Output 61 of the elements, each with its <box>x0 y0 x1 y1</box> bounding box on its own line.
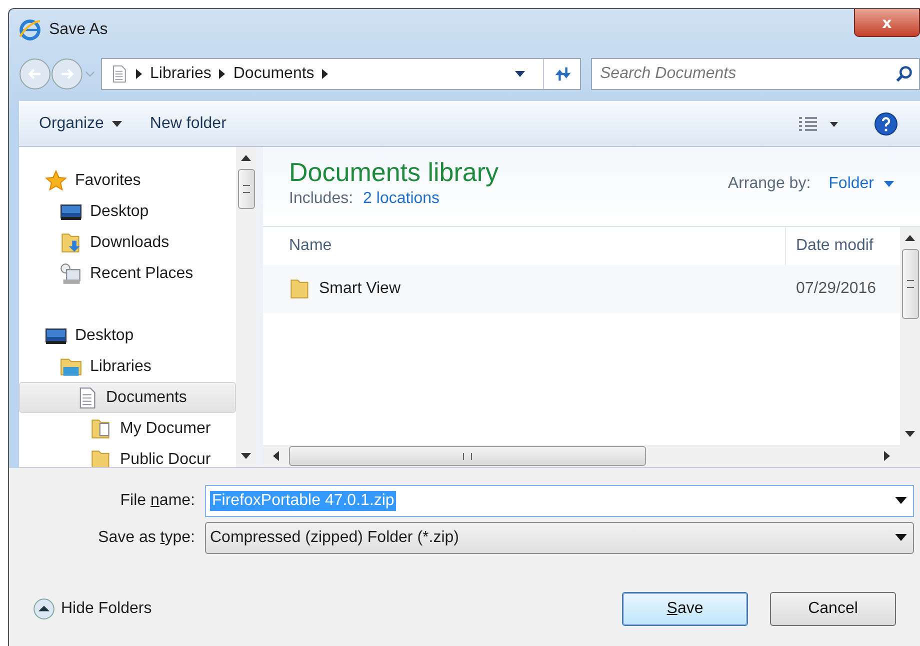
chevron-icon <box>322 69 328 79</box>
dropdown-caret-icon[interactable] <box>515 71 525 77</box>
nav-tree-item[interactable]: Libraries <box>19 351 236 382</box>
includes-label: Includes: <box>289 190 354 208</box>
folder-icon <box>289 278 311 300</box>
save-as-type-label: Save as type: <box>97 528 196 546</box>
locations-link[interactable]: 2 locations <box>363 190 440 208</box>
chevron-icon <box>136 69 142 79</box>
chevron-icon <box>219 69 226 79</box>
download-folder-icon <box>60 232 82 254</box>
vertical-scrollbar[interactable] <box>900 227 920 467</box>
nav-tree-item[interactable]: Favorites <box>19 165 236 196</box>
new-folder-button[interactable]: New folder <box>146 111 230 137</box>
scroll-down-icon[interactable] <box>241 453 251 459</box>
nav-tree-item[interactable]: Desktop <box>19 320 236 351</box>
save-as-type-dropdown[interactable]: Compressed (zipped) Folder (*.zip) <box>205 522 914 554</box>
scroll-up-icon[interactable] <box>905 235 915 241</box>
caret-icon <box>85 71 95 77</box>
save-button[interactable]: Save <box>622 592 748 626</box>
search-field[interactable]: Search Documents <box>592 65 895 83</box>
scroll-up-icon[interactable] <box>241 155 251 161</box>
collapse-icon <box>33 598 55 620</box>
dropdown-caret-icon <box>895 534 907 541</box>
file-row[interactable]: Smart View 07/29/2016 <box>263 265 900 313</box>
scroll-right-icon[interactable] <box>884 451 890 461</box>
breadcrumb-link[interactable]: Libraries <box>150 65 212 83</box>
hide-folders-button[interactable]: Hide Folders <box>19 598 152 620</box>
view-options-icon[interactable] <box>798 116 838 132</box>
column-header[interactable]: Name <box>263 237 785 255</box>
caret-icon <box>112 121 122 127</box>
nav-tree-item[interactable]: Recent Places <box>19 258 236 289</box>
nav-tree-item[interactable]: Documents <box>19 382 236 413</box>
address-bar[interactable]: Libraries Documents <box>101 58 581 90</box>
library-title: Documents library <box>289 157 499 188</box>
search-box[interactable]: Search Documents <box>591 58 920 90</box>
nav-tree-item[interactable]: Public Docur <box>19 444 236 467</box>
file-name-cell: Smart View <box>319 280 401 298</box>
recent-places-icon <box>60 262 82 284</box>
browser-logo-icon <box>19 19 41 41</box>
star-icon <box>45 170 67 192</box>
document-icon <box>110 64 128 84</box>
nav-tree-item[interactable]: Downloads <box>19 227 236 258</box>
folder-icon <box>90 418 112 440</box>
vertical-scrollbar[interactable] <box>236 147 256 467</box>
caret-icon <box>884 181 894 187</box>
search-icon <box>895 65 913 83</box>
arrange-by-label: Arrange by: <box>728 175 811 193</box>
nav-tree-item[interactable]: My Documer <box>19 413 236 444</box>
scroll-down-icon[interactable] <box>905 431 915 437</box>
breadcrumb-link[interactable]: Documents <box>233 65 314 83</box>
horizontal-scrollbar[interactable] <box>263 445 900 467</box>
dropdown-caret-icon[interactable] <box>895 497 907 504</box>
nav-tree-item[interactable]: Desktop <box>19 196 236 227</box>
organize-menu-button[interactable]: Organize <box>35 111 126 137</box>
file-name-label: File name: <box>119 492 196 510</box>
date-cell-text: 07/29/2016 <box>795 280 878 298</box>
help-icon[interactable] <box>874 112 898 136</box>
scroll-left-icon[interactable] <box>273 451 279 461</box>
window-title: Save As <box>49 21 108 39</box>
arrange-by-dropdown[interactable]: Folder <box>828 175 894 193</box>
cancel-button[interactable]: Cancel <box>770 592 896 626</box>
